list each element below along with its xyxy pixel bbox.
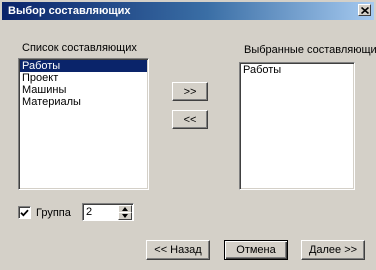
group-value-input[interactable] — [84, 205, 116, 219]
list-item[interactable]: Машины — [20, 84, 147, 96]
check-icon — [20, 209, 29, 216]
close-icon — [360, 6, 369, 14]
list-item[interactable]: Материалы — [20, 96, 147, 108]
list-item[interactable]: Работы — [20, 60, 147, 72]
cancel-button[interactable]: Отмена — [224, 240, 288, 260]
left-list[interactable]: Работы Проект Машины Материалы — [18, 58, 149, 190]
remove-button[interactable]: << — [172, 110, 208, 129]
dialog-window: Выбор составляющих Список составляющих Р… — [0, 0, 376, 270]
left-list-label: Список составляющих — [22, 42, 137, 54]
group-spinner[interactable] — [82, 203, 134, 221]
arrow-down-icon — [122, 214, 128, 218]
close-button[interactable] — [358, 4, 371, 16]
right-list[interactable]: Работы — [239, 62, 355, 190]
title-bar[interactable]: Выбор составляющих — [2, 2, 374, 20]
add-button[interactable]: >> — [172, 82, 208, 101]
next-button[interactable]: Далее >> — [301, 240, 365, 260]
spin-down-button[interactable] — [118, 212, 132, 220]
list-item[interactable]: Работы — [241, 64, 353, 76]
back-button[interactable]: << Назад — [146, 240, 210, 260]
dialog-title: Выбор составляющих — [8, 5, 131, 17]
right-list-label: Выбранные составляющие — [244, 44, 376, 56]
list-item[interactable]: Проект — [20, 72, 147, 84]
arrow-up-icon — [122, 207, 128, 211]
group-checkbox[interactable] — [18, 206, 31, 219]
group-label: Группа — [36, 207, 71, 219]
